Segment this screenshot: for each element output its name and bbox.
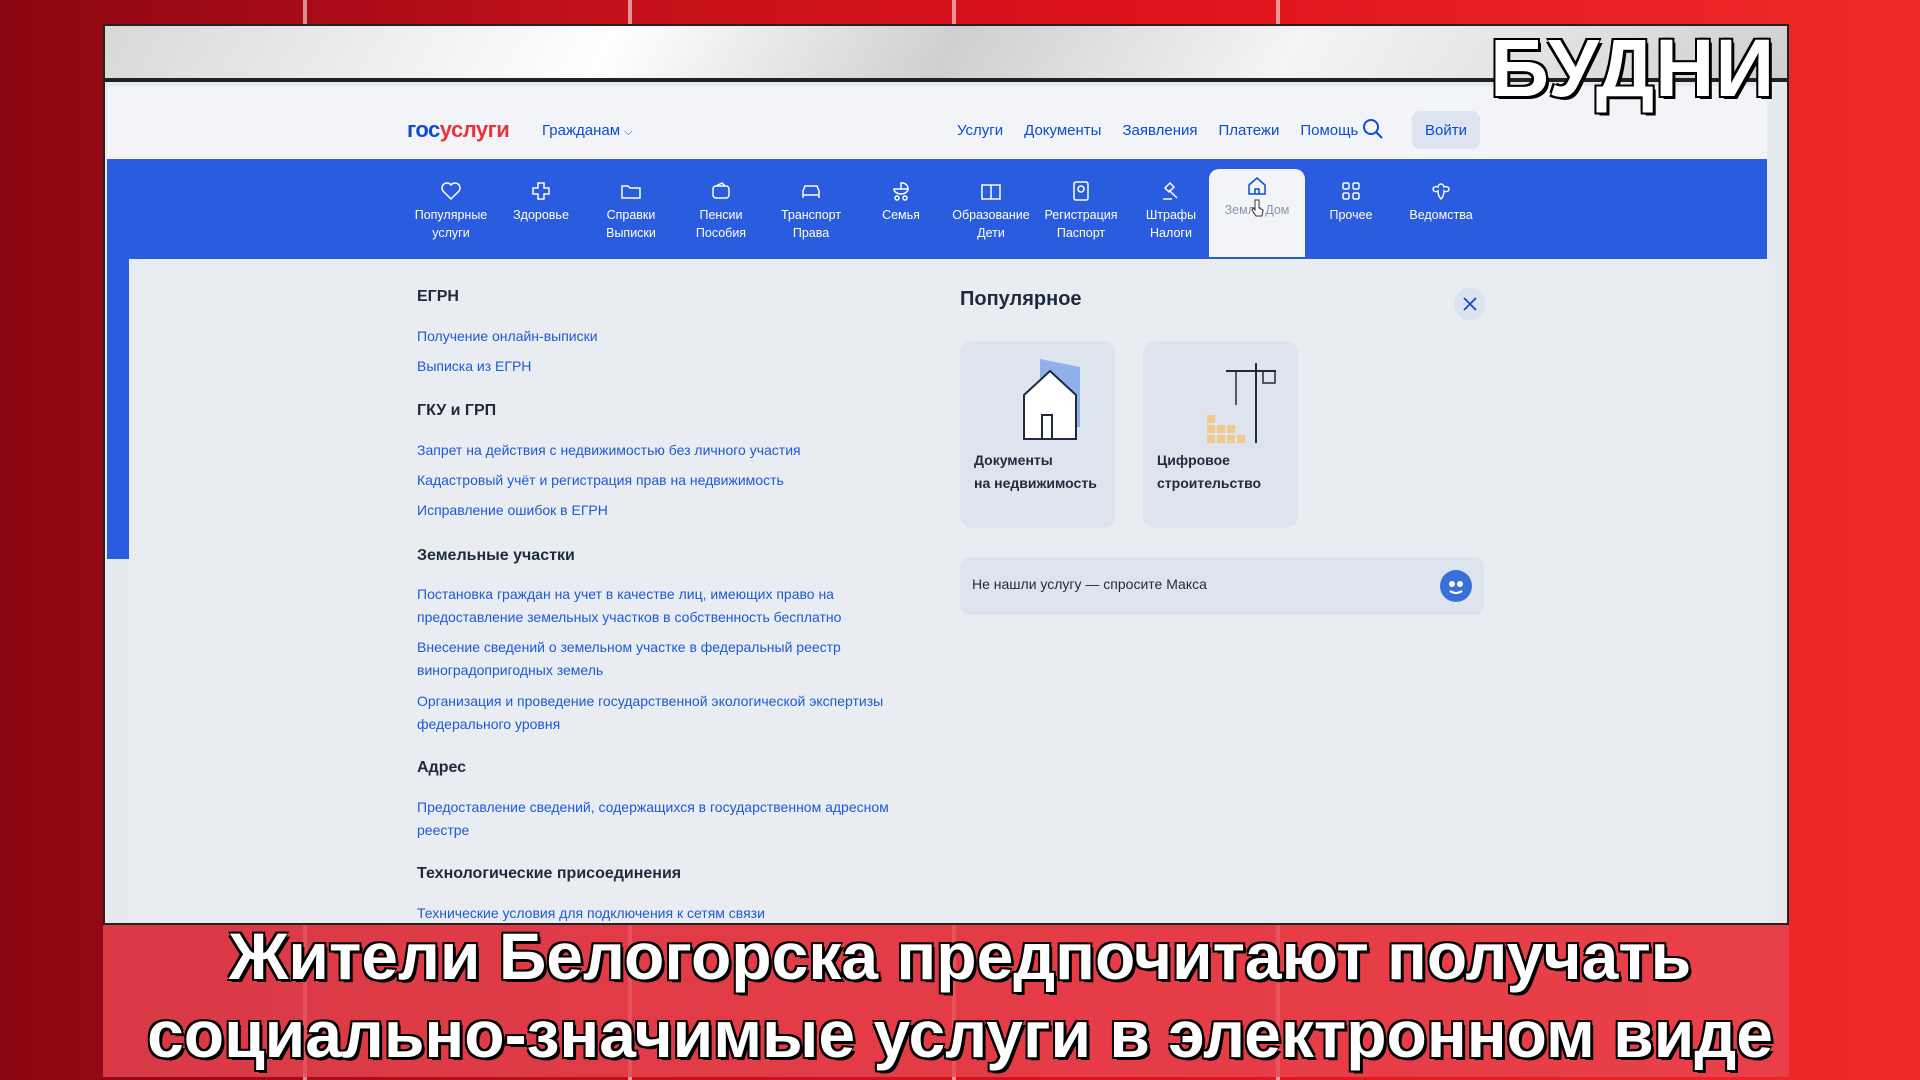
category-label-1: Регистрация: [1044, 208, 1118, 222]
section-title-land: Земельные участки: [417, 547, 575, 564]
category-fines[interactable]: Штрафы Налоги: [1126, 174, 1216, 242]
link-land-registration[interactable]: Постановка граждан на учет в качестве ли…: [417, 583, 917, 629]
category-label-1: Штрафы: [1145, 208, 1197, 222]
robot-assistant-icon[interactable]: [1440, 570, 1472, 602]
card-digital-construction[interactable]: Цифровое строительство: [1143, 341, 1298, 528]
category-label-2: Дети: [977, 226, 1005, 240]
category-label-1: Прочее: [1329, 208, 1373, 222]
card-label-line1: Цифровое: [1157, 452, 1230, 468]
link-address-registry[interactable]: Предоставление сведений, содержащихся в …: [417, 796, 917, 842]
category-popular[interactable]: Популярные услуги: [406, 174, 496, 242]
logo-part-gos: гос: [407, 117, 440, 142]
nav-item-payments[interactable]: Платежи: [1219, 122, 1280, 139]
category-label-1: Транспорт: [780, 208, 842, 222]
car-icon: [802, 185, 820, 198]
category-label-2: услуги: [432, 226, 470, 240]
section-title-address: Адрес: [417, 759, 467, 776]
stroller-icon: [893, 182, 909, 201]
link-ban-actions[interactable]: Запрет на действия с недвижимостью без л…: [417, 439, 917, 462]
caption-line-2: социально-значимые услуги в электронном …: [147, 997, 1773, 1071]
nav-item-documents[interactable]: Документы: [1024, 122, 1101, 139]
card-label: Документы на недвижимость: [974, 449, 1097, 495]
grid-icon: [1342, 182, 1360, 200]
section-title-egrn: ЕГРН: [417, 288, 459, 305]
emblem-icon: [1432, 183, 1450, 200]
category-label-2: Выписки: [606, 226, 656, 240]
gavel-icon: [1163, 181, 1178, 200]
logo-part-uslugi: услуги: [439, 117, 510, 142]
search-icon[interactable]: [1362, 118, 1384, 140]
category-health[interactable]: Здоровье: [496, 174, 586, 224]
card-label: Цифровое строительство: [1157, 449, 1261, 495]
card-label-line2: строительство: [1157, 475, 1262, 491]
robot-face-icon: [1449, 581, 1463, 594]
crane-illustration-icon: [1207, 363, 1276, 443]
category-label-1: Популярные: [414, 208, 488, 222]
card-label-line2: на недвижимость: [974, 475, 1097, 491]
category-label-1: Здоровье: [513, 208, 569, 222]
category-education[interactable]: Образование Дети: [946, 174, 1036, 242]
link-fix-errors[interactable]: Исправление ошибок в ЕГРН: [417, 499, 917, 522]
gosuslugi-logo[interactable]: госуслуги: [407, 117, 510, 143]
category-label-2: Права: [792, 226, 830, 240]
category-label-2: Паспорт: [1056, 226, 1106, 240]
ask-assistant-text: Не нашли услугу — спросите Макса: [972, 576, 1207, 592]
category-certificates[interactable]: Справки Выписки: [586, 174, 676, 242]
category-transport[interactable]: Транспорт Права: [766, 174, 856, 242]
section-title-gku: ГКУ и ГРП: [417, 402, 497, 419]
mouse-cursor-icon: [1251, 199, 1264, 217]
heart-icon: [441, 182, 461, 201]
chevron-down-icon: ⌵: [624, 126, 633, 138]
folder-icon: [621, 185, 641, 199]
ask-assistant-bar[interactable]: Не нашли услугу — спросите Макса: [960, 557, 1484, 615]
audience-dropdown[interactable]: Гражданам ⌵: [542, 122, 633, 139]
link-ecological-expertise[interactable]: Организация и проведение государственной…: [417, 690, 917, 736]
category-label-2: Налоги: [1150, 226, 1192, 240]
category-label-1: Ведомства: [1409, 208, 1473, 222]
nav-item-help[interactable]: Помощь: [1300, 122, 1358, 139]
category-registration[interactable]: Регистрация Паспорт: [1036, 174, 1126, 242]
screen: госуслуги Гражданам ⌵ Услуги Документы З…: [103, 24, 1789, 925]
wallet-icon: [712, 182, 730, 199]
category-label-2: Пособия: [695, 226, 747, 240]
popular-title: Популярное: [960, 288, 1082, 310]
link-vineyard-registry[interactable]: Внесение сведений о земельном участке в …: [417, 636, 917, 682]
panel-left-strip: [107, 259, 129, 559]
nav-item-services[interactable]: Услуги: [957, 122, 1003, 139]
link-online-extract[interactable]: Получение онлайн-выписки: [417, 325, 917, 348]
card-label-line1: Документы: [974, 452, 1053, 468]
category-label-1: Образование: [952, 208, 1030, 222]
category-label-1: Справки: [606, 208, 656, 222]
login-button[interactable]: Войти: [1412, 111, 1480, 149]
link-egrn-extract[interactable]: Выписка из ЕГРН: [417, 355, 917, 378]
audience-label: Гражданам: [542, 122, 621, 139]
category-label-1: Семья: [882, 208, 920, 222]
link-cadastral[interactable]: Кадастровый учёт и регистрация прав на н…: [417, 469, 917, 492]
category-pensions[interactable]: Пенсии Пособия: [676, 174, 766, 242]
passport-icon: [1073, 181, 1089, 201]
category-family[interactable]: Семья: [856, 174, 946, 224]
section-title-tech: Технологические присоединения: [417, 865, 682, 882]
book-icon: [981, 184, 1001, 200]
top-nav: Услуги Документы Заявления Платежи Помощ…: [957, 122, 1358, 139]
close-button[interactable]: [1454, 288, 1486, 320]
channel-logo: БУДНИ: [1490, 23, 1776, 114]
house-illustration-icon: [1023, 359, 1080, 440]
category-agencies[interactable]: Ведомства: [1396, 174, 1486, 224]
nav-item-applications[interactable]: Заявления: [1122, 122, 1197, 139]
card-property-documents[interactable]: Документы на недвижимость: [960, 341, 1115, 528]
health-cross-icon: [532, 182, 550, 200]
category-label-1: Пенсии: [699, 208, 743, 222]
dropdown-panel: [129, 259, 1769, 923]
home-icon: [1248, 177, 1266, 195]
close-icon: [1463, 297, 1477, 311]
category-other[interactable]: Прочее: [1306, 174, 1396, 224]
caption-line-1: Жители Белогорска предпочитают получать: [228, 919, 1692, 993]
